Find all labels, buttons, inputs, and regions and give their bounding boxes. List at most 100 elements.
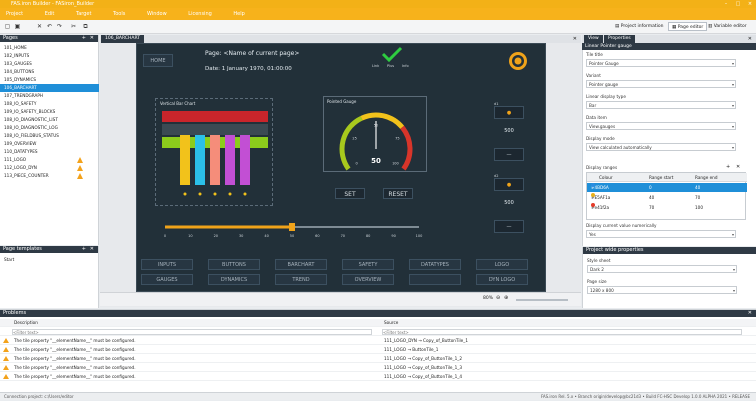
nav-button[interactable]: DYNAMICS xyxy=(208,274,260,285)
page-item[interactable]: 103_GAUGES xyxy=(0,60,99,68)
page-item[interactable]: 107_TRENDGRAPH xyxy=(0,92,99,100)
remove-page-icon[interactable]: ✕ xyxy=(90,35,94,42)
close-tab-icon[interactable]: ✕ xyxy=(573,35,577,43)
range-row[interactable]: #e41f2a 70 100 xyxy=(587,203,747,212)
tab-barchart[interactable]: 106_BARCHART xyxy=(101,35,145,43)
gauge-tile[interactable]: Pointed Gauge 0255075100 50 xyxy=(323,96,427,172)
menu-tools[interactable]: Tools xyxy=(113,8,125,20)
nav-button[interactable] xyxy=(409,274,461,285)
page-item[interactable]: 102_INPUTS xyxy=(0,52,99,60)
nav-button[interactable]: DATATYPES xyxy=(409,259,461,270)
range-row[interactable]: #E5AF1a 40 70 xyxy=(587,193,747,202)
description-filter-input[interactable] xyxy=(12,329,372,335)
property-field[interactable]: View.gauges ▾ xyxy=(586,122,736,130)
page-item[interactable]: 108_IO_DIAGNOSTIC_LOG xyxy=(0,124,99,132)
date-text: Date: 1 January 1970, 01:00:00 xyxy=(205,66,292,72)
page-size-select[interactable]: 1280 x 800 ▾ xyxy=(587,286,737,294)
nav-button[interactable]: LOGO xyxy=(476,259,528,270)
menu-help[interactable]: Help xyxy=(233,8,244,20)
increment-top-button[interactable]: ● xyxy=(494,106,524,119)
page-item[interactable]: 101_HOME xyxy=(0,44,99,52)
remove-range-icon[interactable]: ✕ xyxy=(736,164,740,170)
problems-filter-row xyxy=(0,328,756,336)
tab-properties[interactable]: Properties xyxy=(604,35,635,43)
problem-row[interactable]: The tile property "__elementName__" must… xyxy=(0,364,756,372)
decrement-bottom-button[interactable]: — xyxy=(494,220,524,233)
add-page-icon[interactable]: + xyxy=(82,35,86,42)
redo-icon[interactable]: ↷ xyxy=(56,23,63,30)
delete-icon[interactable]: ✕ xyxy=(36,23,43,30)
add-template-icon[interactable]: + xyxy=(82,246,86,253)
copy-icon[interactable]: ⧉ xyxy=(82,23,89,30)
page-item[interactable]: 109_OVERVIEW xyxy=(0,140,99,148)
close-icon[interactable]: × xyxy=(744,0,756,8)
set-button[interactable]: SET xyxy=(335,188,365,199)
nav-button[interactable]: OVERVIEW xyxy=(342,274,394,285)
project-information-button[interactable]: ▤ Project information xyxy=(612,22,667,31)
page-item[interactable]: 108_IO_SAFETY xyxy=(0,100,99,108)
minimize-icon[interactable]: – xyxy=(720,0,732,8)
menu-licensing[interactable]: Licensing xyxy=(188,8,212,20)
page-item[interactable]: 113_PIECE_COUNTER xyxy=(0,172,99,180)
nav-button[interactable]: SAFETY xyxy=(342,259,394,270)
variable-editor-button[interactable]: ▥ Variable editor xyxy=(705,22,750,31)
warning-icon xyxy=(3,374,9,379)
menu-edit[interactable]: Edit xyxy=(45,8,55,20)
nav-button[interactable]: GAUGES xyxy=(141,274,193,285)
template-item[interactable]: Start xyxy=(0,256,99,264)
page-item[interactable]: 108_IO_FIELDBUS_STATUS xyxy=(0,132,99,140)
nav-button[interactable]: INPUTS xyxy=(141,259,193,270)
menu-target[interactable]: Target xyxy=(76,8,91,20)
display-numerical-select[interactable]: Yes ▾ xyxy=(586,230,736,238)
undo-icon[interactable]: ↶ xyxy=(46,23,53,30)
page-item[interactable]: 112_LOGO_DYN xyxy=(0,164,99,172)
property-field[interactable]: Pointer gauge ▾ xyxy=(586,80,736,88)
close-properties-icon[interactable]: ✕ xyxy=(748,35,752,43)
home-button[interactable]: HOME xyxy=(143,54,173,67)
page-editor-button[interactable]: ▦ Page editor xyxy=(668,22,708,31)
page-item[interactable]: 111_LOGO xyxy=(0,156,99,164)
property-field[interactable]: Bar ▾ xyxy=(586,101,736,109)
nav-button[interactable]: TREND xyxy=(275,274,327,285)
page-item[interactable]: 108_IO_DIAGNOSTIC_LIST xyxy=(0,116,99,124)
new-file-icon[interactable]: ▢ xyxy=(4,23,11,30)
menu-project[interactable]: Project xyxy=(6,8,23,20)
problem-row[interactable]: The tile property "__elementName__" must… xyxy=(0,337,756,345)
zoom-slider[interactable] xyxy=(516,299,568,301)
save-icon[interactable]: ▣ xyxy=(14,23,21,30)
remove-template-icon[interactable]: ✕ xyxy=(90,246,94,253)
cut-icon[interactable]: ✂ xyxy=(70,23,77,30)
nav-button[interactable]: DYN LOGO xyxy=(476,274,528,285)
problem-row[interactable]: The tile property "__elementName__" must… xyxy=(0,355,756,363)
page-item[interactable]: 104_BUTTONS xyxy=(0,68,99,76)
problem-row[interactable]: The tile property "__elementName__" must… xyxy=(0,346,756,354)
maximize-icon[interactable]: □ xyxy=(732,0,744,8)
problem-row[interactable]: The tile property "__elementName__" must… xyxy=(0,373,756,381)
zoom-out-icon[interactable]: ⊖ xyxy=(496,295,500,301)
barchart-tile[interactable]: Vertical Bar Chart xyxy=(155,98,273,206)
tab-view[interactable]: View xyxy=(584,35,603,43)
menu-window[interactable]: Window xyxy=(147,8,167,20)
style-sheet-select[interactable]: Dark 2 ▾ xyxy=(587,265,737,273)
add-range-icon[interactable]: + xyxy=(726,164,730,170)
chevron-down-icon: ▾ xyxy=(731,82,734,87)
reset-button[interactable]: RESET xyxy=(383,188,413,199)
property-field[interactable]: Pointer Gauge ▾ xyxy=(586,59,736,67)
page-canvas[interactable]: HOME Page: <Name of current page> Date: … xyxy=(136,43,546,292)
decrement-top-button[interactable]: — xyxy=(494,148,524,161)
nav-button[interactable]: BUTTONS xyxy=(208,259,260,270)
close-problems-icon[interactable]: ✕ xyxy=(748,310,752,317)
source-filter-input[interactable] xyxy=(382,329,742,335)
property-field[interactable]: View calculated automatically ▾ xyxy=(586,143,736,151)
page-item[interactable]: 105_DYNAMICS xyxy=(0,76,99,84)
nav-button[interactable]: BARCHART xyxy=(275,259,327,270)
page-item[interactable]: 106_BARCHART xyxy=(0,84,99,92)
page-item[interactable]: 109_IO_SAFETY_BLOCKS xyxy=(0,108,99,116)
page-item[interactable]: 110_DATATYPES xyxy=(0,148,99,156)
increment-bottom-button[interactable]: ● xyxy=(494,178,524,191)
zoom-in-icon[interactable]: ⊕ xyxy=(504,295,508,301)
range-row[interactable]: #4BD6A 0 40 xyxy=(587,183,747,192)
document-tabs: 106_BARCHART ✕ xyxy=(100,35,581,43)
templates-panel: Page templates + ✕ Start xyxy=(0,246,99,308)
horizontal-slider[interactable]: 0 10 20 30 40 50 60 70 80 90 100 xyxy=(161,222,425,240)
